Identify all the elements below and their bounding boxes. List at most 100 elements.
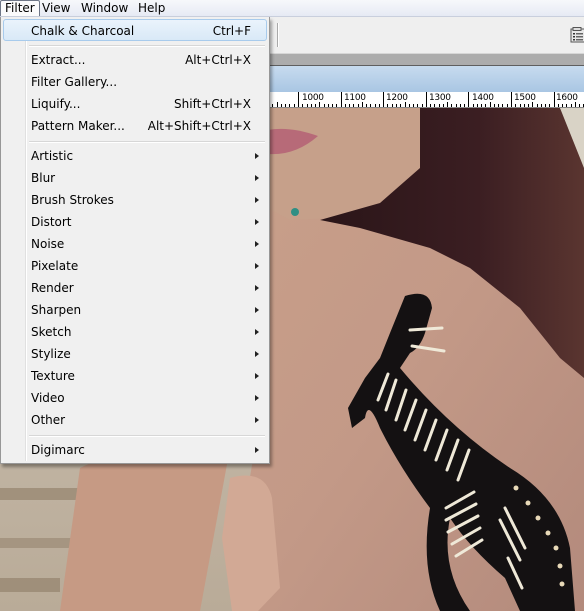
menu-item-texture[interactable]: Texture <box>3 365 267 387</box>
menu-item-pattern-maker[interactable]: Pattern Maker... Alt+Shift+Ctrl+X <box>3 115 267 137</box>
ruler-tick <box>272 104 274 107</box>
ruler-tick <box>481 104 483 107</box>
menu-item-last-filter[interactable]: Chalk & Charcoal Ctrl+F <box>3 19 267 41</box>
menu-separator <box>29 435 265 437</box>
ruler-tick <box>421 104 423 107</box>
ruler-tick <box>319 102 321 107</box>
menu-item-shortcut: Alt+Shift+Ctrl+X <box>147 119 251 133</box>
submenu-arrow-icon <box>255 351 259 357</box>
ruler-tick <box>574 102 576 107</box>
submenu-arrow-icon <box>255 395 259 401</box>
ruler-tick <box>391 104 393 107</box>
ruler-tick <box>562 104 564 107</box>
ruler-tick <box>455 104 457 107</box>
ruler-tick <box>293 104 295 107</box>
ruler-tick <box>289 104 291 107</box>
ruler-tick <box>408 104 410 107</box>
ruler-tick <box>464 104 466 107</box>
ruler-tick <box>310 104 312 107</box>
ruler-tick <box>515 104 517 107</box>
menu-item-label: Artistic <box>31 149 74 163</box>
menu-item-liquify[interactable]: Liquify... Shift+Ctrl+X <box>3 93 267 115</box>
menu-item-extract[interactable]: Extract... Alt+Ctrl+X <box>3 49 267 71</box>
ruler-tick <box>472 104 474 107</box>
menu-separator <box>29 141 265 143</box>
menu-item-label: Brush Strokes <box>31 193 114 207</box>
ruler-tick <box>323 104 325 107</box>
menu-item-filter-gallery[interactable]: Filter Gallery... <box>3 71 267 93</box>
ruler-tick <box>528 104 530 107</box>
menu-view[interactable]: View <box>38 0 74 16</box>
menu-item-label: Extract... <box>31 53 86 67</box>
ruler-tick <box>502 104 504 107</box>
ruler-tick <box>447 102 449 107</box>
menu-item-render[interactable]: Render <box>3 277 267 299</box>
ruler-tick <box>442 104 444 107</box>
ruler-tick <box>430 104 432 107</box>
menu-item-noise[interactable]: Noise <box>3 233 267 255</box>
menu-item-artistic[interactable]: Artistic <box>3 145 267 167</box>
palette-well-icon[interactable] <box>570 27 584 43</box>
filter-menu: Chalk & Charcoal Ctrl+F Extract... Alt+C… <box>0 17 270 464</box>
ruler-tick <box>506 104 508 107</box>
ruler-tick <box>468 92 470 107</box>
menu-item-sharpen[interactable]: Sharpen <box>3 299 267 321</box>
ruler-tick <box>511 92 512 107</box>
ruler-tick <box>302 104 304 107</box>
ruler-tick <box>417 104 419 107</box>
ruler-tick <box>374 104 376 107</box>
ruler-tick <box>340 92 342 107</box>
ruler-tick <box>545 104 547 107</box>
necklace-bead <box>291 208 299 216</box>
ruler-tick <box>336 104 338 107</box>
ruler-tick <box>536 104 538 107</box>
menu-help[interactable]: Help <box>134 0 169 16</box>
menu-item-brush-strokes[interactable]: Brush Strokes <box>3 189 267 211</box>
menu-item-label: Chalk & Charcoal <box>31 24 135 38</box>
ruler-tick <box>361 102 363 107</box>
menu-filter[interactable]: Filter <box>0 0 40 16</box>
menu-item-distort[interactable]: Distort <box>3 211 267 233</box>
ruler-tick <box>523 104 525 107</box>
ruler-tick <box>459 104 461 107</box>
ruler-tick <box>285 104 287 107</box>
ruler-tick <box>400 104 402 107</box>
menu-item-label: Other <box>31 413 66 427</box>
ruler-tick <box>306 104 308 107</box>
ruler-tick <box>298 92 299 107</box>
menu-item-digimarc[interactable]: Digimarc <box>3 439 267 461</box>
menu-bar: Filter View Window Help <box>0 0 584 17</box>
ruler-tick <box>327 104 329 107</box>
submenu-arrow-icon <box>255 307 259 313</box>
submenu-arrow-icon <box>255 153 259 159</box>
menu-item-other[interactable]: Other <box>3 409 267 431</box>
ruler-tick <box>434 104 436 107</box>
submenu-arrow-icon <box>255 373 259 379</box>
ruler-tick <box>366 104 368 107</box>
menu-item-shortcut: Ctrl+F <box>212 24 251 38</box>
ruler-tick <box>553 92 555 107</box>
ruler-tick <box>540 104 542 107</box>
ruler-tick <box>489 102 491 107</box>
menu-item-label: Distort <box>31 215 72 229</box>
ruler-tick <box>476 104 478 107</box>
submenu-arrow-icon <box>255 417 259 423</box>
menu-item-stylize[interactable]: Stylize <box>3 343 267 365</box>
ruler-tick <box>332 104 334 107</box>
ruler-tick <box>383 92 385 107</box>
menu-separator <box>29 45 265 47</box>
menu-item-label: Video <box>31 391 65 405</box>
ruler-tick <box>438 104 440 107</box>
menu-item-sketch[interactable]: Sketch <box>3 321 267 343</box>
ruler-tick <box>357 104 359 107</box>
submenu-arrow-icon <box>255 241 259 247</box>
ruler-label: 1000 <box>302 93 324 103</box>
hand <box>222 475 280 611</box>
ruler-tick <box>378 104 380 107</box>
menu-item-blur[interactable]: Blur <box>3 167 267 189</box>
menu-item-pixelate[interactable]: Pixelate <box>3 255 267 277</box>
ruler-tick <box>404 102 406 107</box>
ruler-tick <box>485 104 487 107</box>
menu-window[interactable]: Window <box>77 0 132 16</box>
menu-item-video[interactable]: Video <box>3 387 267 409</box>
